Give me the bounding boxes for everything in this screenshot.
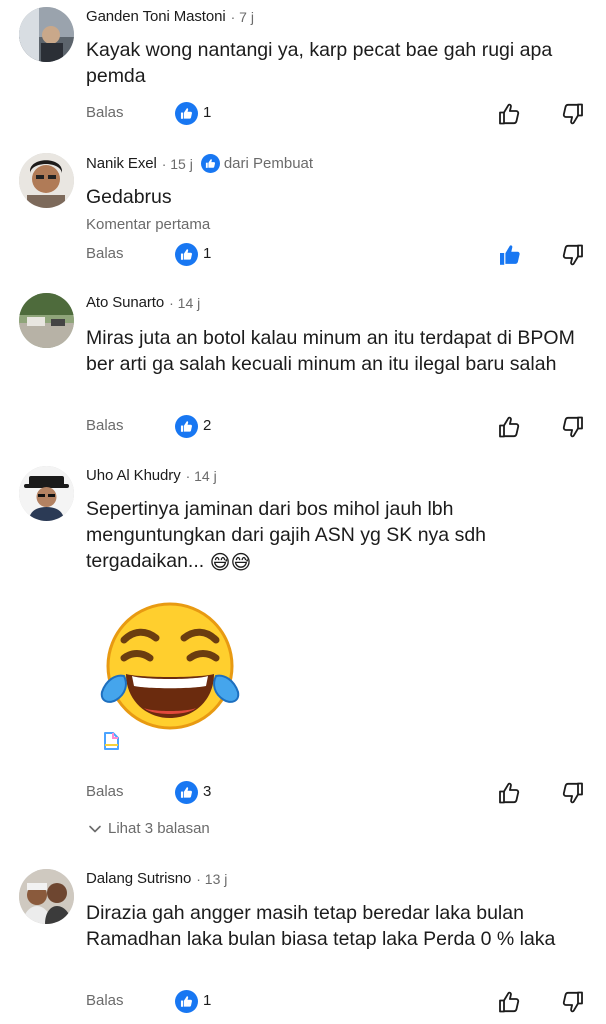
comment-text: Miras juta an botol kalau minum an itu t… — [86, 327, 575, 375]
chevron-down-icon — [89, 825, 101, 832]
author-name[interactable]: Dalang Sutrisno — [86, 870, 191, 887]
timestamp: · 7 j — [230, 8, 254, 25]
creator-badge: dari Pembuat — [201, 154, 313, 173]
comment-header: Ato Sunarto · 14 j — [86, 294, 200, 311]
laughing-tears-sticker[interactable] — [96, 600, 244, 732]
avatar[interactable] — [19, 293, 74, 348]
thumb-down-icon[interactable] — [559, 242, 585, 268]
like-count: 2 — [203, 417, 212, 434]
view-replies-button[interactable]: Lihat 3 balasan — [88, 820, 210, 837]
thumb-up-icon[interactable] — [497, 989, 523, 1015]
comment-text: Sepertinya jaminan dari bos mihol jauh l… — [86, 496, 586, 576]
like-badge-icon — [175, 781, 198, 804]
emoji-text: 😅😅 — [209, 552, 252, 574]
avatar[interactable] — [19, 7, 74, 62]
comment-header: Dalang Sutrisno · 13 j — [86, 870, 227, 887]
comment-actions: Balas 1 — [0, 987, 606, 1017]
author-name[interactable]: Nanik Exel — [86, 155, 157, 172]
like-count: 1 — [203, 104, 212, 121]
thumb-down-icon[interactable] — [559, 780, 585, 806]
comment-header: Nanik Exel · 15 j dari Pembuat — [86, 154, 313, 173]
thumb-up-icon[interactable] — [497, 242, 523, 268]
avatar[interactable] — [19, 153, 74, 208]
author-name[interactable]: Uho Al Khudry — [86, 467, 181, 484]
sticker-tag-icon — [104, 732, 119, 750]
comment-actions: Balas 2 — [0, 412, 606, 442]
reply-button[interactable]: Balas — [86, 104, 124, 121]
like-badge-icon — [175, 243, 198, 266]
creator-label: dari Pembuat — [223, 155, 314, 172]
like-badge-icon — [201, 154, 220, 173]
reply-button[interactable]: Balas — [86, 783, 124, 800]
thumb-down-icon[interactable] — [559, 101, 585, 127]
timestamp: · 13 j — [196, 870, 228, 887]
comment-header: Uho Al Khudry · 14 j — [86, 467, 217, 484]
thumb-up-icon[interactable] — [497, 780, 523, 806]
first-comment-note: Komentar pertama — [86, 216, 211, 233]
reply-button[interactable]: Balas — [86, 417, 124, 434]
thumb-up-icon[interactable] — [497, 414, 523, 440]
view-replies-label: Lihat 3 balasan — [108, 820, 210, 837]
comment-text-body: Sepertinya jaminan dari bos mihol jauh l… — [86, 498, 487, 572]
like-count: 1 — [203, 245, 212, 262]
timestamp: · 14 j — [169, 294, 201, 311]
author-name[interactable]: Ato Sunarto — [86, 294, 164, 311]
reply-button[interactable]: Balas — [86, 245, 124, 262]
timestamp: · 14 j — [185, 467, 217, 484]
comment-text: Gedabrus — [86, 186, 172, 208]
comment-actions: Balas 1 — [0, 240, 606, 270]
reply-button[interactable]: Balas — [86, 992, 124, 1009]
author-name[interactable]: Ganden Toni Mastoni — [86, 8, 226, 25]
like-badge-icon — [175, 990, 198, 1013]
comment-actions: Balas 1 — [0, 99, 606, 129]
avatar[interactable] — [19, 466, 74, 521]
avatar[interactable] — [19, 869, 74, 924]
like-count: 1 — [203, 992, 212, 1009]
comment-text: Kayak wong nantangi ya, karp pecat bae g… — [86, 39, 553, 87]
comment-header: Ganden Toni Mastoni · 7 j — [86, 8, 254, 25]
timestamp: · 15 j — [161, 155, 193, 172]
thumb-down-icon[interactable] — [559, 414, 585, 440]
comment-text: Dirazia gah angger masih tetap beredar l… — [86, 902, 556, 950]
thumb-up-icon[interactable] — [497, 101, 523, 127]
like-count: 3 — [203, 783, 212, 800]
like-badge-icon — [175, 102, 198, 125]
comment-actions: Balas 3 — [0, 778, 606, 808]
thumb-down-icon[interactable] — [559, 989, 585, 1015]
like-badge-icon — [175, 415, 198, 438]
